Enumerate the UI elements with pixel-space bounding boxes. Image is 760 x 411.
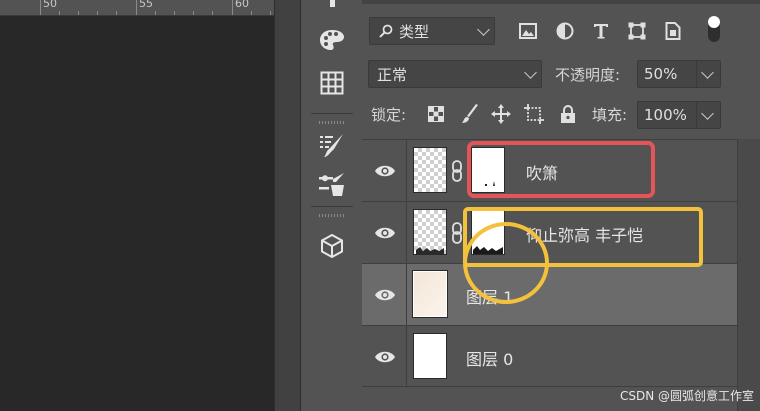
3d-cube-icon[interactable] <box>317 231 347 261</box>
lock-label: 锁定: <box>371 106 407 124</box>
shape-filter-icon[interactable] <box>626 20 648 42</box>
visibility-eye-icon[interactable] <box>372 347 398 367</box>
visibility-eye-icon[interactable] <box>372 285 398 305</box>
panel-grip[interactable] <box>319 121 345 124</box>
search-icon <box>379 24 393 38</box>
layer-thumbnail <box>413 333 447 379</box>
brush-settings-icon[interactable] <box>317 131 347 161</box>
fill-value: 100% <box>644 106 687 124</box>
layer-row-selected[interactable]: 图层 1 <box>362 263 737 326</box>
brush-tool-icon[interactable] <box>317 0 347 18</box>
panel-grip[interactable] <box>319 214 345 217</box>
layer-name[interactable]: 图层 0 <box>466 346 513 370</box>
document-canvas[interactable]: 50 55 60 <box>0 0 300 411</box>
yellow-highlight-circle <box>463 222 549 304</box>
grid-patterns-icon[interactable] <box>317 68 347 98</box>
fill-label: 填充: <box>592 106 628 124</box>
red-highlight-box <box>467 141 655 198</box>
lock-position-move-icon[interactable] <box>490 103 512 125</box>
horizontal-ruler: 50 55 60 <box>0 0 274 16</box>
layers-scrollbar[interactable] <box>737 139 760 411</box>
mask-link-chain-icon[interactable] <box>451 222 463 244</box>
lock-artboard-icon[interactable] <box>523 103 545 125</box>
visibility-eye-icon[interactable] <box>372 223 398 243</box>
fill-input[interactable]: 100% <box>637 101 721 129</box>
ruler-label-50: 50 <box>43 0 57 10</box>
opacity-value: 50% <box>644 65 678 83</box>
smart-object-filter-icon[interactable] <box>662 20 684 42</box>
layer-thumbnail <box>413 209 447 255</box>
watermark: CSDN @圆弧创意工作室 <box>619 389 754 403</box>
blend-mode-select[interactable]: 正常 <box>368 60 542 88</box>
canvas-vertical-scrollbar[interactable] <box>274 0 301 411</box>
opacity-label: 不透明度: <box>555 66 621 84</box>
filter-toggle-switch[interactable] <box>706 14 722 44</box>
ruler-label-60: 60 <box>235 0 249 10</box>
layer-thumbnail <box>412 270 448 318</box>
type-filter-icon[interactable] <box>590 20 612 42</box>
mask-link-chain-icon[interactable] <box>451 160 463 182</box>
blend-mode-value: 正常 <box>377 65 408 84</box>
panel-icon-strip <box>300 0 364 411</box>
lock-all-icon[interactable] <box>557 103 579 125</box>
adjustment-filter-icon[interactable] <box>554 20 576 42</box>
swatches-palette-icon[interactable] <box>317 25 347 55</box>
lock-image-pixels-icon[interactable] <box>459 103 481 125</box>
ruler-label-55: 55 <box>139 0 153 10</box>
image-filter-icon[interactable] <box>517 20 539 42</box>
opacity-input[interactable]: 50% <box>637 60 721 88</box>
lock-transparent-pixels-icon[interactable] <box>425 103 447 125</box>
filter-kind-label: 类型 <box>399 22 430 41</box>
layer-row[interactable]: 图层 0 <box>362 325 737 388</box>
layer-thumbnail <box>413 147 447 193</box>
tool-presets-icon[interactable] <box>317 170 347 200</box>
layers-panel: 类型 正常 不透明度: 50% 锁定: 填充: 100% 吹箫 仰止弥高 丰子恺… <box>362 0 760 411</box>
visibility-eye-icon[interactable] <box>372 161 398 181</box>
layer-filter-select[interactable]: 类型 <box>369 17 495 45</box>
